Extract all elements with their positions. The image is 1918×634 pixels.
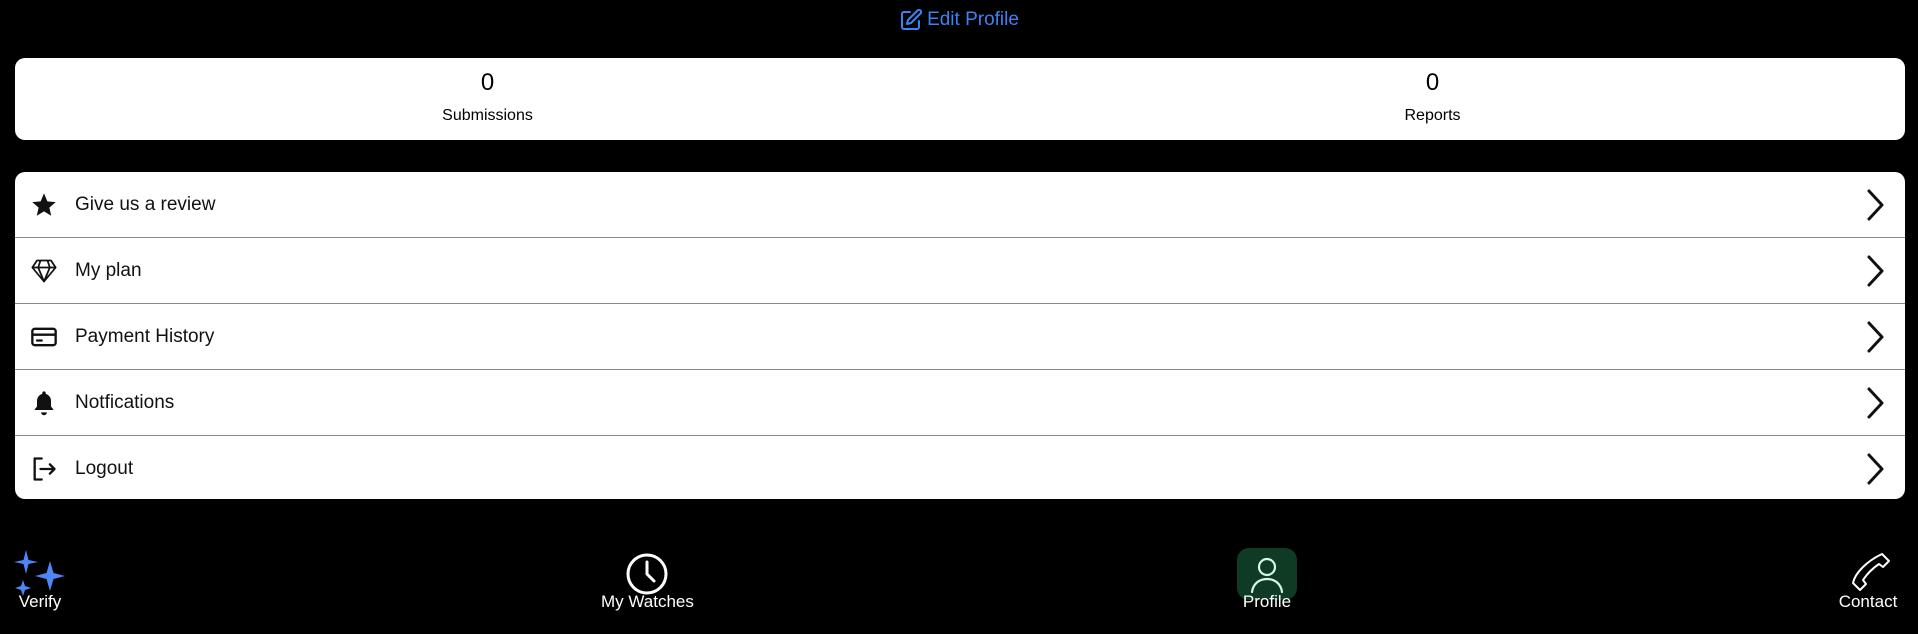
menu-item-label: Give us a review bbox=[75, 193, 216, 215]
settings-menu: Give us a review My plan Payment History… bbox=[15, 172, 1905, 499]
nav-item-contact[interactable]: Contact bbox=[1838, 548, 1898, 612]
nav-item-verify[interactable]: Verify bbox=[10, 548, 70, 612]
nav-label: Profile bbox=[1242, 592, 1292, 611]
nav-item-my-watches[interactable]: My Watches bbox=[601, 548, 694, 612]
chevron-right-icon bbox=[1867, 453, 1884, 484]
menu-item-notifications[interactable]: Notfications bbox=[15, 370, 1905, 436]
nav-label: Contact bbox=[1838, 592, 1898, 611]
chevron-right-icon bbox=[1867, 387, 1884, 418]
stat-submissions: 0 Submissions bbox=[15, 58, 960, 140]
stat-reports: 0 Reports bbox=[960, 58, 1905, 140]
logout-icon bbox=[29, 454, 59, 484]
submissions-label: Submissions bbox=[442, 107, 533, 124]
nav-label: My Watches bbox=[601, 592, 694, 611]
menu-item-label: My plan bbox=[75, 259, 142, 281]
chevron-right-icon bbox=[1867, 189, 1884, 220]
edit-profile-link[interactable]: Edit Profile bbox=[0, 8, 1918, 32]
reports-count: 0 bbox=[1425, 69, 1440, 96]
star-icon bbox=[29, 190, 59, 220]
nav-item-profile[interactable]: Profile bbox=[1237, 548, 1297, 612]
menu-item-label: Logout bbox=[75, 457, 134, 479]
edit-icon bbox=[901, 8, 923, 30]
nav-label: Verify bbox=[18, 592, 62, 611]
menu-item-payment-history[interactable]: Payment History bbox=[15, 304, 1905, 370]
reports-label: Reports bbox=[1404, 107, 1461, 124]
credit-card-icon bbox=[29, 322, 59, 352]
profile-page: Edit Profile 0 Submissions 0 Reports Giv… bbox=[0, 0, 1918, 634]
bell-icon bbox=[29, 388, 59, 418]
stats-card: 0 Submissions 0 Reports bbox=[15, 58, 1905, 140]
menu-item-plan[interactable]: My plan bbox=[15, 238, 1905, 304]
diamond-icon bbox=[29, 256, 59, 286]
bottom-nav: Verify My Watches Profile Contact bbox=[0, 548, 1918, 634]
chevron-right-icon bbox=[1867, 321, 1884, 352]
menu-item-review[interactable]: Give us a review bbox=[15, 172, 1905, 238]
edit-profile-label: Edit Profile bbox=[927, 9, 1019, 30]
menu-item-logout[interactable]: Logout bbox=[15, 436, 1905, 499]
submissions-count: 0 bbox=[480, 69, 495, 96]
menu-item-label: Notfications bbox=[75, 391, 175, 413]
menu-item-label: Payment History bbox=[75, 325, 215, 347]
chevron-right-icon bbox=[1867, 255, 1884, 286]
